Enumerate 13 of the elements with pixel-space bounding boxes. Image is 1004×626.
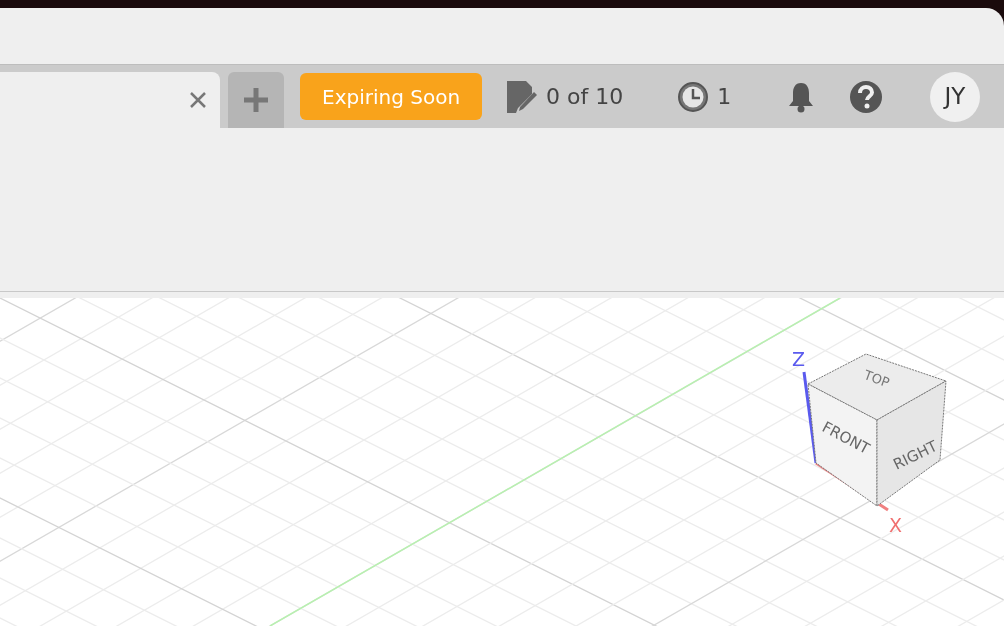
z-axis-label: Z [792, 348, 806, 370]
documents-count: 0 of 10 [546, 83, 624, 111]
user-avatar[interactable]: JY [930, 71, 980, 122]
help-icon[interactable] [849, 79, 884, 114]
bell-icon[interactable] [787, 80, 816, 113]
jobs-count: 1 [717, 83, 732, 111]
x-axis-label: X [889, 514, 903, 536]
top-face-label[interactable]: TOP [861, 367, 892, 391]
clock-icon[interactable] [677, 80, 710, 113]
plus-icon [243, 87, 269, 113]
document-pencil-icon[interactable] [506, 79, 539, 114]
close-icon[interactable] [188, 90, 208, 110]
new-tab-button[interactable] [228, 72, 284, 128]
